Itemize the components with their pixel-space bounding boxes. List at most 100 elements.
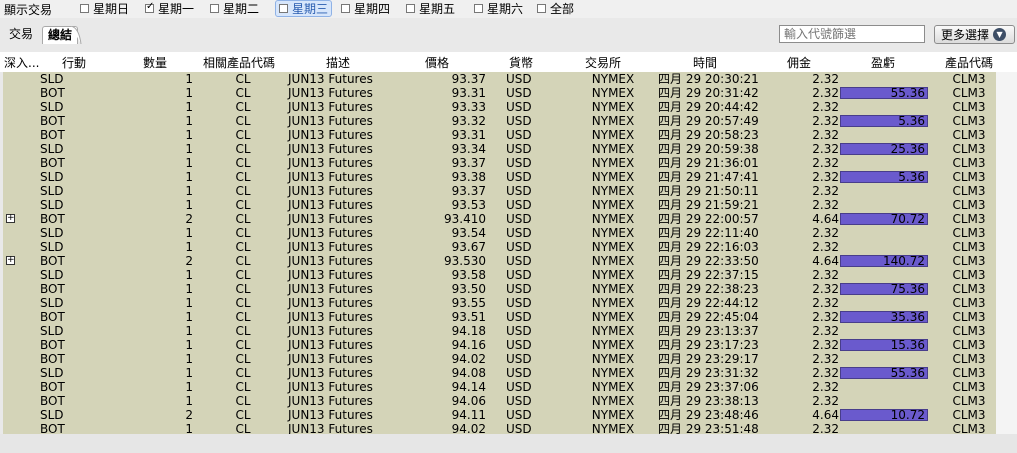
table-row[interactable]: BOT 1 CL JUN13 Futures 94.02 USD NYMEX 四月 29 23… (3, 422, 996, 434)
cell-time: 四月 29 23:31:32 (658, 366, 759, 380)
col-drilldown[interactable]: 深入... (4, 54, 39, 71)
cell-commission: 2.32 (812, 310, 839, 324)
col-symbol[interactable]: 產品代碼 (945, 54, 993, 71)
table-row[interactable]: BOT 1 CL JUN13 Futures 93.32 USD NYMEX 四月 29 20… (3, 114, 996, 128)
tab-trades[interactable]: 交易 (4, 26, 38, 43)
cell-quantity: 1 (185, 226, 193, 240)
cell-symbol: CLM3 (952, 282, 986, 296)
table-row[interactable]: BOT 1 CL JUN13 Futures 93.31 USD NYMEX 四月 29 20… (3, 86, 996, 100)
day-filter-7[interactable]: 全部 (537, 1, 574, 16)
cell-underlying: CL (235, 170, 251, 184)
cell-price: 93.34 (451, 142, 486, 156)
cell-quantity: 1 (185, 86, 193, 100)
col-description[interactable]: 描述 (326, 54, 350, 71)
col-quantity[interactable]: 數量 (143, 54, 167, 71)
table-row[interactable]: SLD 1 CL JUN13 Futures 94.08 USD NYMEX 四月 29 23… (3, 366, 996, 380)
symbol-filter-input[interactable] (779, 25, 925, 43)
table-row[interactable]: BOT 1 CL JUN13 Futures 93.51 USD NYMEX 四月 29 22… (3, 310, 996, 324)
cell-action: SLD (40, 184, 64, 198)
checkbox-icon[interactable] (80, 4, 89, 13)
table-row[interactable]: SLD 1 CL JUN13 Futures 93.55 USD NYMEX 四月 29 22… (3, 296, 996, 310)
col-underlying[interactable]: 相關產品代碼 (203, 54, 275, 71)
cell-action: BOT (40, 156, 65, 170)
table-row[interactable]: BOT 1 CL JUN13 Futures 94.16 USD NYMEX 四月 29 23… (3, 338, 996, 352)
table-row[interactable]: SLD 1 CL JUN13 Futures 94.18 USD NYMEX 四月 29 23… (3, 324, 996, 338)
cell-currency: USD (506, 114, 532, 128)
cell-description: JUN13 Futures (288, 198, 373, 212)
cell-underlying: CL (235, 366, 251, 380)
checkbox-icon[interactable] (341, 4, 350, 13)
table-row[interactable]: BOT 1 CL JUN13 Futures 93.50 USD NYMEX 四月 29 22… (3, 282, 996, 296)
day-filter-0[interactable]: 星期日 (80, 1, 129, 16)
day-filter-label: 星期二 (223, 2, 260, 16)
day-filter-6[interactable]: 星期六 (474, 1, 523, 16)
checkbox-icon[interactable] (145, 1, 154, 13)
cell-time: 四月 29 20:59:38 (658, 142, 759, 156)
col-price[interactable]: 價格 (425, 54, 449, 71)
cell-action: SLD (40, 366, 64, 380)
cell-exchange: NYMEX (591, 422, 635, 434)
col-exchange[interactable]: 交易所 (585, 54, 621, 71)
cell-commission: 2.32 (812, 226, 839, 240)
cell-quantity: 1 (185, 366, 193, 380)
cell-exchange: NYMEX (591, 352, 635, 366)
day-filter-4[interactable]: 星期四 (341, 1, 390, 16)
col-time[interactable]: 時間 (693, 54, 717, 71)
day-filter-1[interactable]: 星期一 (145, 1, 194, 16)
cell-time: 四月 29 21:47:41 (658, 170, 759, 184)
cell-pnl: 55.36 (840, 87, 928, 99)
table-row[interactable]: SLD 1 CL JUN13 Futures 93.58 USD NYMEX 四月 29 22… (3, 268, 996, 282)
table-row[interactable]: SLD 1 CL JUN13 Futures 93.37 USD NYMEX 四月 29 21… (3, 184, 996, 198)
expand-icon[interactable]: + (6, 256, 15, 265)
cell-time: 四月 29 22:44:12 (658, 296, 759, 310)
table-row[interactable]: SLD 1 CL JUN13 Futures 93.34 USD NYMEX 四月 29 20… (3, 142, 996, 156)
cell-symbol: CLM3 (952, 254, 986, 268)
table-row[interactable]: SLD 1 CL JUN13 Futures 93.67 USD NYMEX 四月 29 22… (3, 240, 996, 254)
table-row[interactable]: SLD 1 CL JUN13 Futures 93.38 USD NYMEX 四月 29 21… (3, 170, 996, 184)
checkbox-icon[interactable] (279, 4, 288, 13)
table-row[interactable]: SLD 1 CL JUN13 Futures 93.54 USD NYMEX 四月 29 22… (3, 226, 996, 240)
cell-quantity: 1 (185, 394, 193, 408)
table-row[interactable]: SLD 1 CL JUN13 Futures 93.37 USD NYMEX 四月 29 20… (3, 72, 996, 86)
table-row[interactable]: SLD 1 CL JUN13 Futures 93.53 USD NYMEX 四月 29 21… (3, 198, 996, 212)
checkbox-icon[interactable] (210, 4, 219, 13)
cell-underlying: CL (235, 100, 251, 114)
day-filter-3[interactable]: 星期三 (275, 0, 333, 17)
expand-icon[interactable]: + (6, 214, 15, 223)
table-row[interactable]: BOT 1 CL JUN13 Futures 94.14 USD NYMEX 四月 29 23… (3, 380, 996, 394)
cell-underlying: CL (235, 408, 251, 422)
table-row[interactable]: BOT 1 CL JUN13 Futures 93.37 USD NYMEX 四月 29 21… (3, 156, 996, 170)
checkbox-icon[interactable] (474, 4, 483, 13)
checkbox-icon[interactable] (537, 4, 546, 13)
table-row[interactable]: SLD 1 CL JUN13 Futures 93.33 USD NYMEX 四月 29 20… (3, 100, 996, 114)
cell-price: 93.50 (451, 282, 486, 296)
cell-currency: USD (506, 156, 532, 170)
col-pnl[interactable]: 盈虧 (871, 54, 895, 71)
table-row[interactable]: BOT 1 CL JUN13 Futures 93.31 USD NYMEX 四月 29 20… (3, 128, 996, 142)
col-currency[interactable]: 貨幣 (509, 54, 533, 71)
cell-symbol: CLM3 (952, 114, 986, 128)
checkbox-icon[interactable] (406, 4, 415, 13)
cell-action: SLD (40, 170, 64, 184)
cell-underlying: CL (235, 394, 251, 408)
col-commission[interactable]: 佣金 (787, 54, 811, 71)
day-filter-2[interactable]: 星期二 (210, 1, 259, 16)
cell-underlying: CL (235, 156, 251, 170)
cell-description: JUN13 Futures (288, 380, 373, 394)
cell-exchange: NYMEX (591, 254, 635, 268)
cell-symbol: CLM3 (952, 156, 986, 170)
cell-exchange: NYMEX (591, 184, 635, 198)
table-row[interactable]: BOT 1 CL JUN13 Futures 94.02 USD NYMEX 四月 29 23… (3, 352, 996, 366)
table-row[interactable]: + BOT 2 CL JUN13 Futures 93.410 USD NYMEX 四月 29 … (3, 212, 996, 226)
more-options-button[interactable]: 更多選擇 ▼ (934, 25, 1015, 44)
table-row[interactable]: + BOT 2 CL JUN13 Futures 93.530 USD NYMEX 四月 29 … (3, 254, 996, 268)
col-action[interactable]: 行動 (62, 54, 86, 71)
day-filter-bar: 顯示交易 星期日 星期一 星期二 星期三 星期四 星期五 星期六 全部 (0, 0, 1017, 18)
day-filter-5[interactable]: 星期五 (406, 1, 455, 16)
table-row[interactable]: SLD 2 CL JUN13 Futures 94.11 USD NYMEX 四月 29 23… (3, 408, 996, 422)
cell-price: 94.16 (451, 338, 486, 352)
cell-action: BOT (40, 380, 65, 394)
cell-exchange: NYMEX (591, 296, 635, 310)
table-row[interactable]: BOT 1 CL JUN13 Futures 94.06 USD NYMEX 四月 29 23… (3, 394, 996, 408)
cell-description: JUN13 Futures (288, 310, 373, 324)
